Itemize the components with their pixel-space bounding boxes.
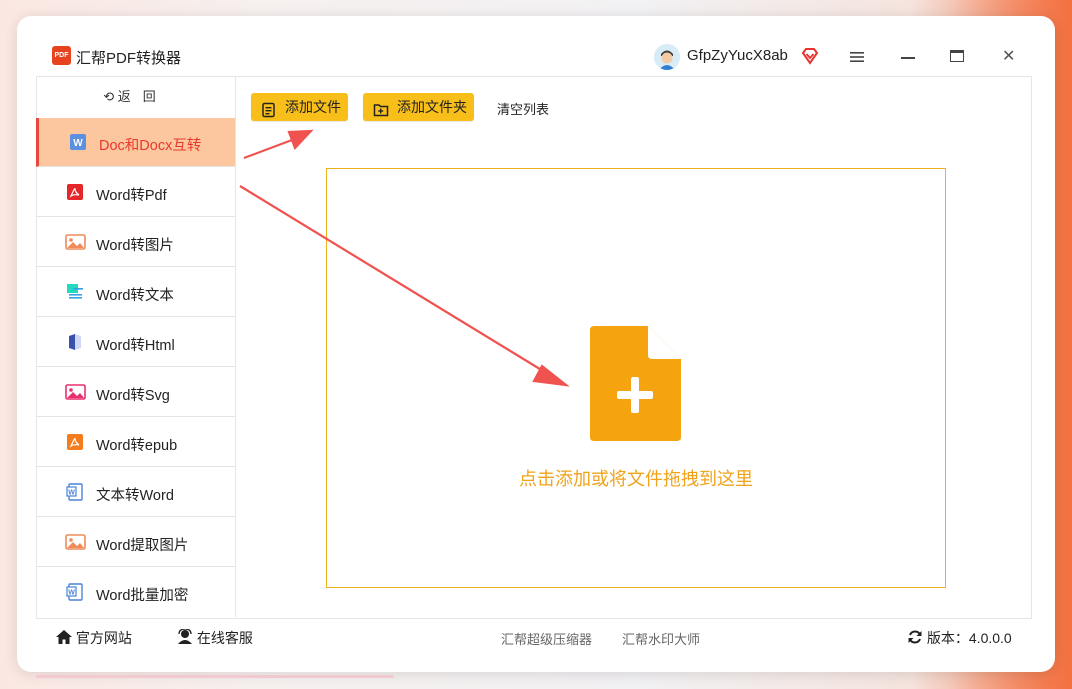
support-agent-icon	[177, 628, 197, 646]
online-support-label: 在线客服	[196, 630, 253, 646]
annotation-arrows	[239, 129, 570, 387]
official-website-link[interactable]: 官方网站	[56, 628, 132, 648]
online-support-link[interactable]: 在线客服	[177, 628, 253, 648]
home-icon	[56, 630, 76, 646]
version-label: 版本：	[926, 630, 969, 646]
watermark-link[interactable]: 汇帮水印大师	[622, 629, 700, 648]
version-info[interactable]: 版本：4.0.0.0	[907, 628, 1012, 648]
refresh-icon	[907, 630, 927, 646]
compressor-link[interactable]: 汇帮超级压缩器	[501, 629, 592, 648]
arrow-to-drop-zone	[239, 185, 570, 387]
arrow-to-add-file	[243, 129, 314, 160]
bottom-accent-bar	[36, 675, 394, 678]
version-number: 4.0.0.0	[968, 630, 1012, 646]
official-website-label: 官方网站	[75, 630, 132, 646]
